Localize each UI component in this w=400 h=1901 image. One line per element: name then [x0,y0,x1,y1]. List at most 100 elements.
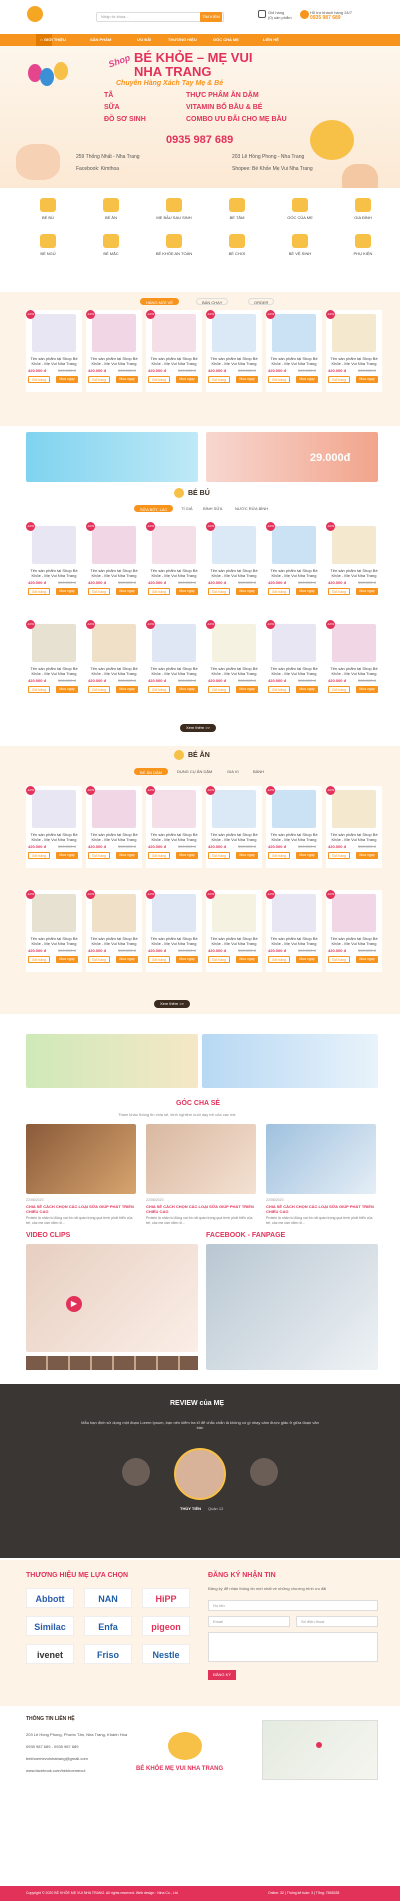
product-name[interactable]: Tên sản phẩm tại Shop Bé Khỏe - Mẹ Vui N… [266,666,322,676]
category-item[interactable]: BÉ KHỎE AN TOÀN [144,234,204,256]
brand-logo[interactable]: Similac [26,1616,74,1636]
logo-icon[interactable] [27,6,43,22]
brand-logo[interactable]: Friso [84,1644,132,1664]
product-card[interactable]: -10% Tên sản phẩm tại Shop Bé Khỏe - Mẹ V… [206,890,262,972]
product-card[interactable]: -10% Tên sản phẩm tại Shop Bé Khỏe - Mẹ V… [146,620,202,702]
product-name[interactable]: Tên sản phẩm tại Shop Bé Khỏe - Mẹ Vui N… [146,832,202,842]
buy-now-button[interactable]: Mua ngay [116,852,138,859]
product-card[interactable]: -10% Tên sản phẩm tại Shop Bé Khỏe - Mẹ V… [86,310,142,392]
product-card[interactable]: -10% Tên sản phẩm tại Shop Bé Khỏe - Mẹ V… [326,786,382,868]
product-card[interactable]: -10% Tên sản phẩm tại Shop Bé Khỏe - Mẹ V… [26,310,82,392]
product-name[interactable]: Tên sản phẩm tại Shop Bé Khỏe - Mẹ Vui N… [146,568,202,578]
product-card[interactable]: -10% Tên sản phẩm tại Shop Bé Khỏe - Mẹ V… [86,620,142,702]
product-image[interactable] [212,314,256,352]
product-name[interactable]: Tên sản phẩm tại Shop Bé Khỏe - Mẹ Vui N… [206,936,262,946]
product-image[interactable] [32,894,76,932]
facebook-fanpage[interactable] [206,1244,378,1370]
product-name[interactable]: Tên sản phẩm tại Shop Bé Khỏe - Mẹ Vui N… [26,832,82,842]
product-image[interactable] [152,624,196,662]
product-name[interactable]: Tên sản phẩm tại Shop Bé Khỏe - Mẹ Vui N… [86,666,142,676]
add-to-cart-button[interactable]: Giỏ hàng [148,376,170,383]
product-card[interactable]: -10% Tên sản phẩm tại Shop Bé Khỏe - Mẹ V… [326,620,382,702]
product-card[interactable]: -10% Tên sản phẩm tại Shop Bé Khỏe - Mẹ V… [146,786,202,868]
nav-item-parents[interactable]: GÓC CHA MẸ [213,34,239,46]
product-image[interactable] [32,526,76,564]
product-card[interactable]: -10% Tên sản phẩm tại Shop Bé Khỏe - Mẹ V… [146,890,202,972]
cart-icon[interactable] [258,10,266,18]
product-card[interactable]: -10% Tên sản phẩm tại Shop Bé Khỏe - Mẹ V… [206,620,262,702]
product-card[interactable]: -10% Tên sản phẩm tại Shop Bé Khỏe - Mẹ V… [146,310,202,392]
tab-best-sellers[interactable]: BÁN CHẠY [196,298,229,305]
add-to-cart-button[interactable]: Giỏ hàng [328,956,350,963]
home-icon[interactable]: ⌂ [36,34,43,46]
tab-milk-powder[interactable]: SỮA BỘT, LÁC [134,505,174,512]
promo-banner[interactable] [26,1034,198,1088]
product-name[interactable]: Tên sản phẩm tại Shop Bé Khỏe - Mẹ Vui N… [26,568,82,578]
product-name[interactable]: Tên sản phẩm tại Shop Bé Khỏe - Mẹ Vui N… [266,936,322,946]
add-to-cart-button[interactable]: Giỏ hàng [328,686,350,693]
product-image[interactable] [332,314,376,352]
product-card[interactable]: -10% Tên sản phẩm tại Shop Bé Khỏe - Mẹ V… [206,522,262,604]
product-image[interactable] [332,894,376,932]
play-icon[interactable]: ▶ [66,1296,82,1312]
product-image[interactable] [92,314,136,352]
product-name[interactable]: Tên sản phẩm tại Shop Bé Khỏe - Mẹ Vui N… [86,832,142,842]
product-image[interactable] [272,790,316,828]
category-item[interactable]: BÉ TẮM [207,198,267,220]
buy-now-button[interactable]: Mua ngay [296,686,318,693]
add-to-cart-button[interactable]: Giỏ hàng [268,852,290,859]
reviewer-avatar[interactable] [174,1448,226,1500]
search-button[interactable]: TÌM KIẾM [200,12,222,22]
add-to-cart-button[interactable]: Giỏ hàng [148,956,170,963]
buy-now-button[interactable]: Mua ngay [236,686,258,693]
add-to-cart-button[interactable]: Giỏ hàng [208,852,230,859]
product-card[interactable]: -10% Tên sản phẩm tại Shop Bé Khỏe - Mẹ V… [326,310,382,392]
product-image[interactable] [272,894,316,932]
product-name[interactable]: Tên sản phẩm tại Shop Bé Khỏe - Mẹ Vui N… [326,568,382,578]
category-item[interactable]: BÉ VỆ SINH [270,234,330,256]
add-to-cart-button[interactable]: Giỏ hàng [268,588,290,595]
product-card[interactable]: -10% Tên sản phẩm tại Shop Bé Khỏe - Mẹ V… [266,786,322,868]
buy-now-button[interactable]: Mua ngay [236,376,258,383]
buy-now-button[interactable]: Mua ngay [116,588,138,595]
product-card[interactable]: -10% Tên sản phẩm tại Shop Bé Khỏe - Mẹ V… [206,310,262,392]
video-player[interactable] [26,1244,198,1352]
video-thumbnails[interactable] [26,1356,198,1370]
add-to-cart-button[interactable]: Giỏ hàng [28,852,50,859]
buy-now-button[interactable]: Mua ngay [116,956,138,963]
buy-now-button[interactable]: Mua ngay [176,956,198,963]
post-card[interactable]: 22/08/2020 CHIA SẺ CÁCH CHỌN CÁC LOẠI SỮA… [26,1124,136,1225]
product-name[interactable]: Tên sản phẩm tại Shop Bé Khỏe - Mẹ Vui N… [146,666,202,676]
product-image[interactable] [32,624,76,662]
product-name[interactable]: Tên sản phẩm tại Shop Bé Khỏe - Mẹ Vui N… [266,568,322,578]
buy-now-button[interactable]: Mua ngay [356,376,378,383]
product-card[interactable]: -10% Tên sản phẩm tại Shop Bé Khỏe - Mẹ V… [326,522,382,604]
email-field[interactable]: Email [208,1616,290,1627]
category-item[interactable]: PHỤ KIỆN [333,234,393,256]
buy-now-button[interactable]: Mua ngay [356,852,378,859]
category-item[interactable]: BÉ NGỦ [18,234,78,256]
add-to-cart-button[interactable]: Giỏ hàng [268,376,290,383]
product-image[interactable] [272,314,316,352]
product-image[interactable] [212,790,256,828]
add-to-cart-button[interactable]: Giỏ hàng [88,588,110,595]
tab-cakes[interactable]: BÁNH [248,768,269,775]
tab-weaning-tools[interactable]: DỤNG CỤ ĂN DẶM [172,768,217,775]
category-item[interactable]: GIA ĐÌNH [333,198,393,220]
product-image[interactable] [212,894,256,932]
product-image[interactable] [272,624,316,662]
product-name[interactable]: Tên sản phẩm tại Shop Bé Khỏe - Mẹ Vui N… [146,936,202,946]
name-field[interactable]: Họ tên [208,1600,378,1611]
product-name[interactable]: Tên sản phẩm tại Shop Bé Khỏe - Mẹ Vui N… [206,356,262,366]
product-name[interactable]: Tên sản phẩm tại Shop Bé Khỏe - Mẹ Vui N… [326,356,382,366]
product-image[interactable] [92,790,136,828]
buy-now-button[interactable]: Mua ngay [56,588,78,595]
product-image[interactable] [152,526,196,564]
promo-banner[interactable] [202,1034,378,1088]
tab-spices[interactable]: GIA VỊ [222,768,244,775]
buy-now-button[interactable]: Mua ngay [236,852,258,859]
product-image[interactable] [332,526,376,564]
add-to-cart-button[interactable]: Giỏ hàng [268,956,290,963]
reviewer-avatar[interactable] [122,1458,150,1486]
tab-order[interactable]: ORDER [248,298,275,305]
